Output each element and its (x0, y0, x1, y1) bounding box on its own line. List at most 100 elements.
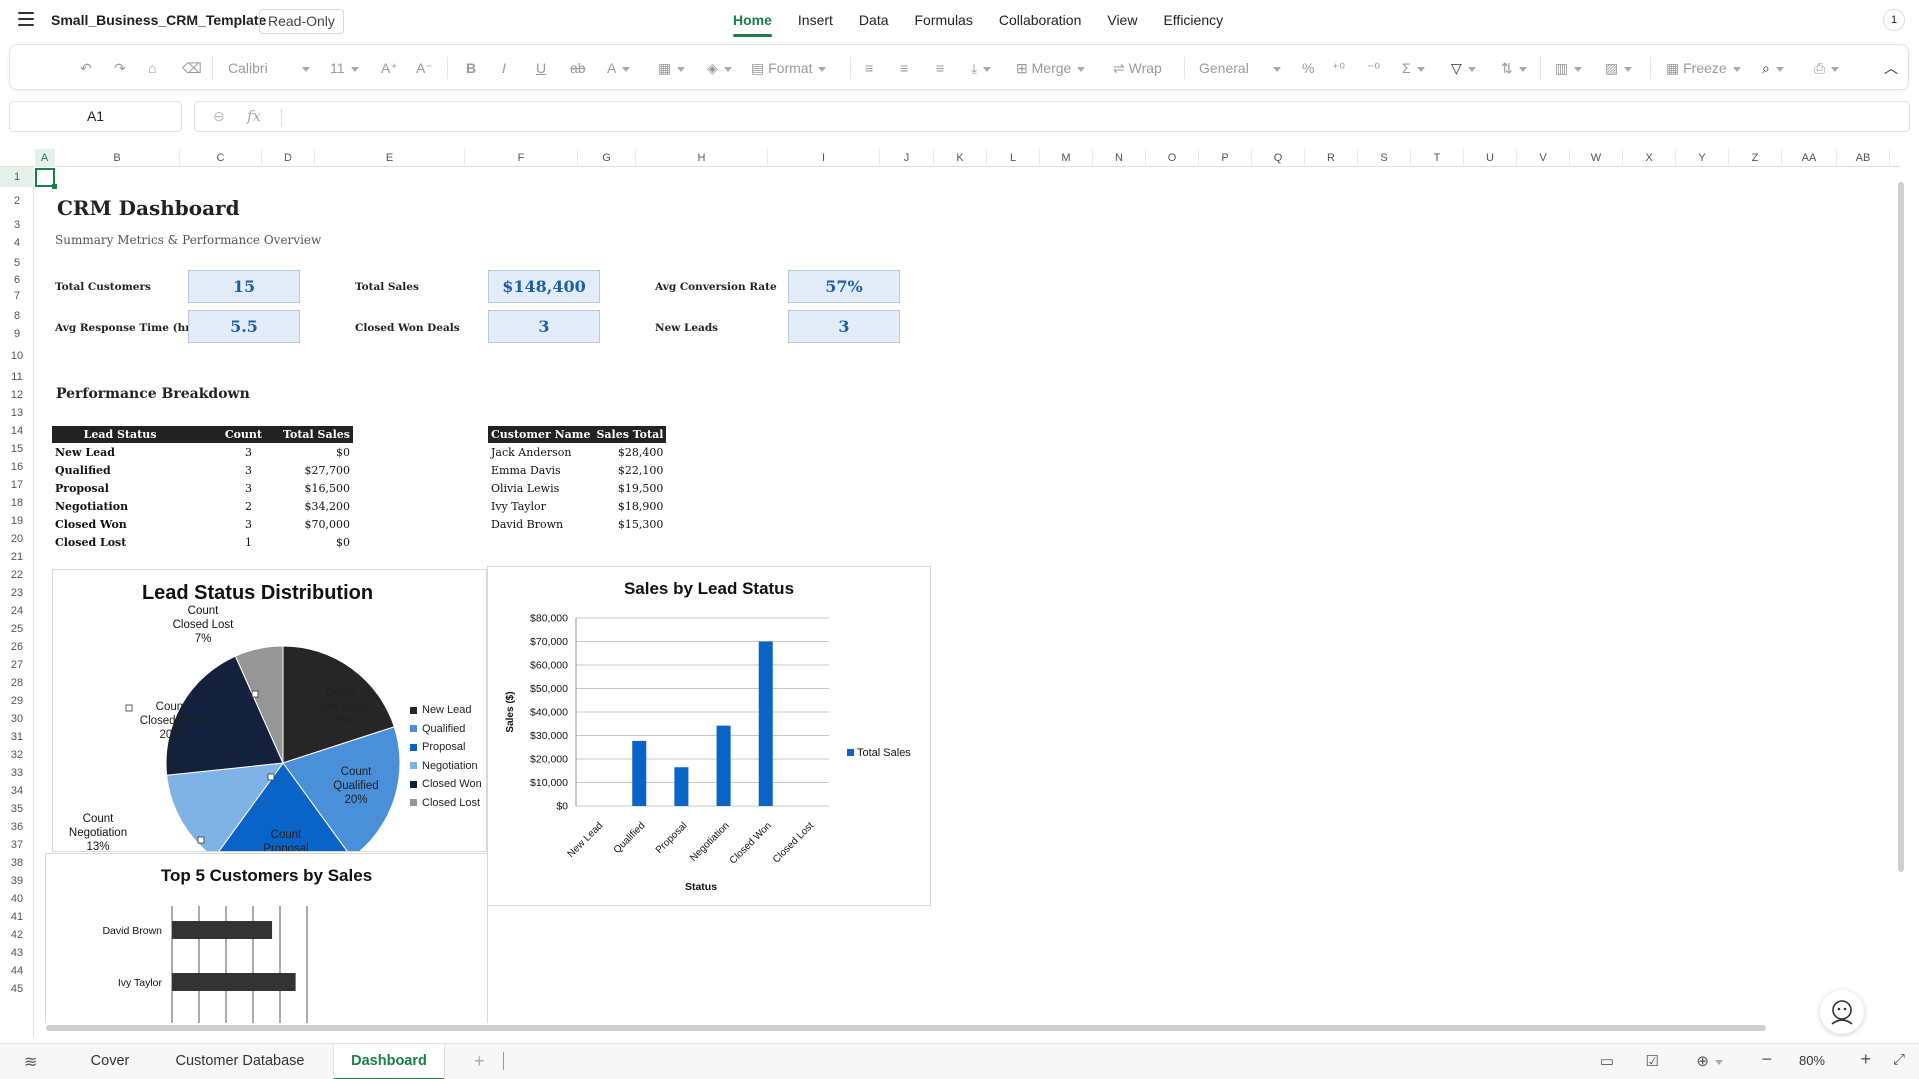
undo-icon[interactable]: ↶ (80, 58, 92, 78)
sales-cell[interactable]: $27,700 (272, 461, 353, 479)
fill-color-icon[interactable]: ◈ (707, 58, 732, 78)
align-left-icon[interactable]: ≡ (865, 58, 873, 78)
collapse-toolbar-icon[interactable]: ︿ (1884, 58, 1898, 78)
status-cell[interactable]: New Lead (52, 443, 188, 461)
menu-data[interactable]: Data (846, 0, 902, 40)
row-header[interactable]: 41 (0, 908, 34, 926)
count-cell[interactable]: 1 (188, 533, 272, 551)
align-center-icon[interactable]: ≡ (900, 58, 908, 78)
sales-cell[interactable]: $16,500 (272, 479, 353, 497)
menu-home[interactable]: Home (720, 0, 785, 40)
tab-dashboard[interactable]: Dashboard (333, 1044, 445, 1079)
bar[interactable] (674, 767, 689, 806)
tab-cover[interactable]: Cover (74, 1044, 146, 1079)
status-cell[interactable]: Proposal (52, 479, 188, 497)
row-header[interactable]: 43 (0, 944, 34, 962)
customer-sales-cell[interactable]: $28,400 (593, 443, 666, 461)
menu-collaboration[interactable]: Collaboration (986, 0, 1095, 40)
count-cell[interactable]: 3 (188, 515, 272, 533)
format-button[interactable]: ▤ Format (751, 58, 827, 78)
column-header[interactable]: U (1464, 149, 1517, 167)
freeze-button[interactable]: ▦ Freeze (1666, 58, 1741, 78)
notification-badge[interactable]: 1 (1883, 9, 1905, 31)
vertical-scrollbar[interactable] (1895, 170, 1905, 1020)
row-header[interactable]: 5 (0, 252, 34, 275)
row-header[interactable]: 35 (0, 800, 34, 818)
zoom-out-icon[interactable]: − (1761, 1049, 1772, 1070)
name-box[interactable]: A1 (9, 101, 182, 132)
row-header[interactable]: 12 (0, 386, 34, 404)
menu-formulas[interactable]: Formulas (902, 0, 986, 40)
zoom-level[interactable]: 80% (1799, 1053, 1825, 1068)
row-header[interactable]: 9 (0, 325, 34, 343)
table-row[interactable]: Closed Lost 1 $0 (52, 533, 353, 551)
table-row[interactable]: Emma Davis $22,100 (488, 461, 666, 479)
row-header[interactable]: 32 (0, 746, 34, 764)
row-header[interactable]: 44 (0, 962, 34, 980)
row-header[interactable]: 36 (0, 818, 34, 836)
row-header[interactable]: 2 (0, 187, 34, 216)
column-header[interactable]: S (1358, 149, 1411, 167)
decrease-font-icon[interactable]: A⁻ (416, 58, 433, 78)
italic-icon[interactable]: I (502, 58, 506, 78)
column-header[interactable]: K (934, 149, 987, 167)
column-header[interactable]: O (1146, 149, 1199, 167)
bold-icon[interactable]: B (466, 58, 476, 78)
decrease-decimal-icon[interactable]: ⁻⁰ (1367, 58, 1380, 78)
align-right-icon[interactable]: ≡ (936, 58, 944, 78)
row-header[interactable]: 29 (0, 692, 34, 710)
column-header[interactable]: Y (1676, 149, 1729, 167)
increase-decimal-icon[interactable]: ⁺⁰ (1332, 58, 1345, 78)
sheets-list-icon[interactable]: ≋ (24, 1052, 37, 1072)
column-header[interactable]: E (315, 149, 465, 167)
row-header[interactable]: 37 (0, 836, 34, 854)
menu-view[interactable]: View (1094, 0, 1150, 40)
row-header[interactable]: 33 (0, 764, 34, 782)
row-header[interactable]: 34 (0, 782, 34, 800)
row-header[interactable]: 19 (0, 512, 34, 530)
column-header[interactable]: AA (1782, 149, 1837, 167)
sum-icon[interactable]: Σ (1402, 58, 1425, 78)
sales-cell[interactable]: $0 (272, 443, 353, 461)
underline-icon[interactable]: U (536, 58, 546, 78)
row-header[interactable]: 45 (0, 980, 34, 998)
image-icon[interactable]: ▨ (1605, 58, 1633, 78)
number-format-select[interactable]: General (1199, 58, 1281, 78)
bar[interactable] (632, 740, 647, 806)
row-header[interactable]: 21 (0, 548, 34, 566)
sales-cell[interactable]: $70,000 (272, 515, 353, 533)
column-header[interactable]: P (1199, 149, 1252, 167)
zoom-formula-icon[interactable]: ⊖ (213, 108, 225, 125)
clear-format-icon[interactable]: ⌫ (182, 58, 202, 78)
table-row[interactable]: Ivy Taylor $18,900 (488, 497, 666, 515)
bar[interactable] (716, 725, 731, 806)
column-header[interactable]: C (180, 149, 262, 167)
percent-icon[interactable]: % (1302, 58, 1314, 78)
column-header[interactable]: M (1040, 149, 1093, 167)
column-header[interactable]: H (636, 149, 768, 167)
row-header[interactable]: 1 (0, 167, 34, 187)
bar[interactable] (172, 973, 296, 991)
column-header[interactable]: Z (1729, 149, 1782, 167)
chart-icon[interactable]: ▥ (1555, 58, 1583, 78)
count-cell[interactable]: 2 (188, 497, 272, 515)
table-row[interactable]: Closed Won 3 $70,000 (52, 515, 353, 533)
customer-name-cell[interactable]: Olivia Lewis (488, 479, 593, 497)
row-header[interactable]: 18 (0, 494, 34, 512)
row-header[interactable]: 4 (0, 234, 34, 252)
row-header[interactable]: 38 (0, 854, 34, 872)
bar[interactable] (758, 641, 773, 807)
filter-icon[interactable]: ▽ (1451, 58, 1476, 78)
sales-cell[interactable]: $34,200 (272, 497, 353, 515)
menu-efficiency[interactable]: Efficiency (1150, 0, 1236, 40)
row-header[interactable]: 16 (0, 458, 34, 476)
vertical-align-icon[interactable]: ⤓ (971, 58, 992, 78)
customer-sales-cell[interactable]: $15,300 (593, 515, 666, 533)
row-header[interactable]: 26 (0, 638, 34, 656)
row-header[interactable]: 11 (0, 369, 34, 386)
row-header[interactable]: 25 (0, 620, 34, 638)
row-header[interactable]: 7 (0, 285, 34, 308)
row-header[interactable]: 42 (0, 926, 34, 944)
strikethrough-icon[interactable]: ab (570, 58, 586, 78)
row-header[interactable]: 22 (0, 566, 34, 584)
